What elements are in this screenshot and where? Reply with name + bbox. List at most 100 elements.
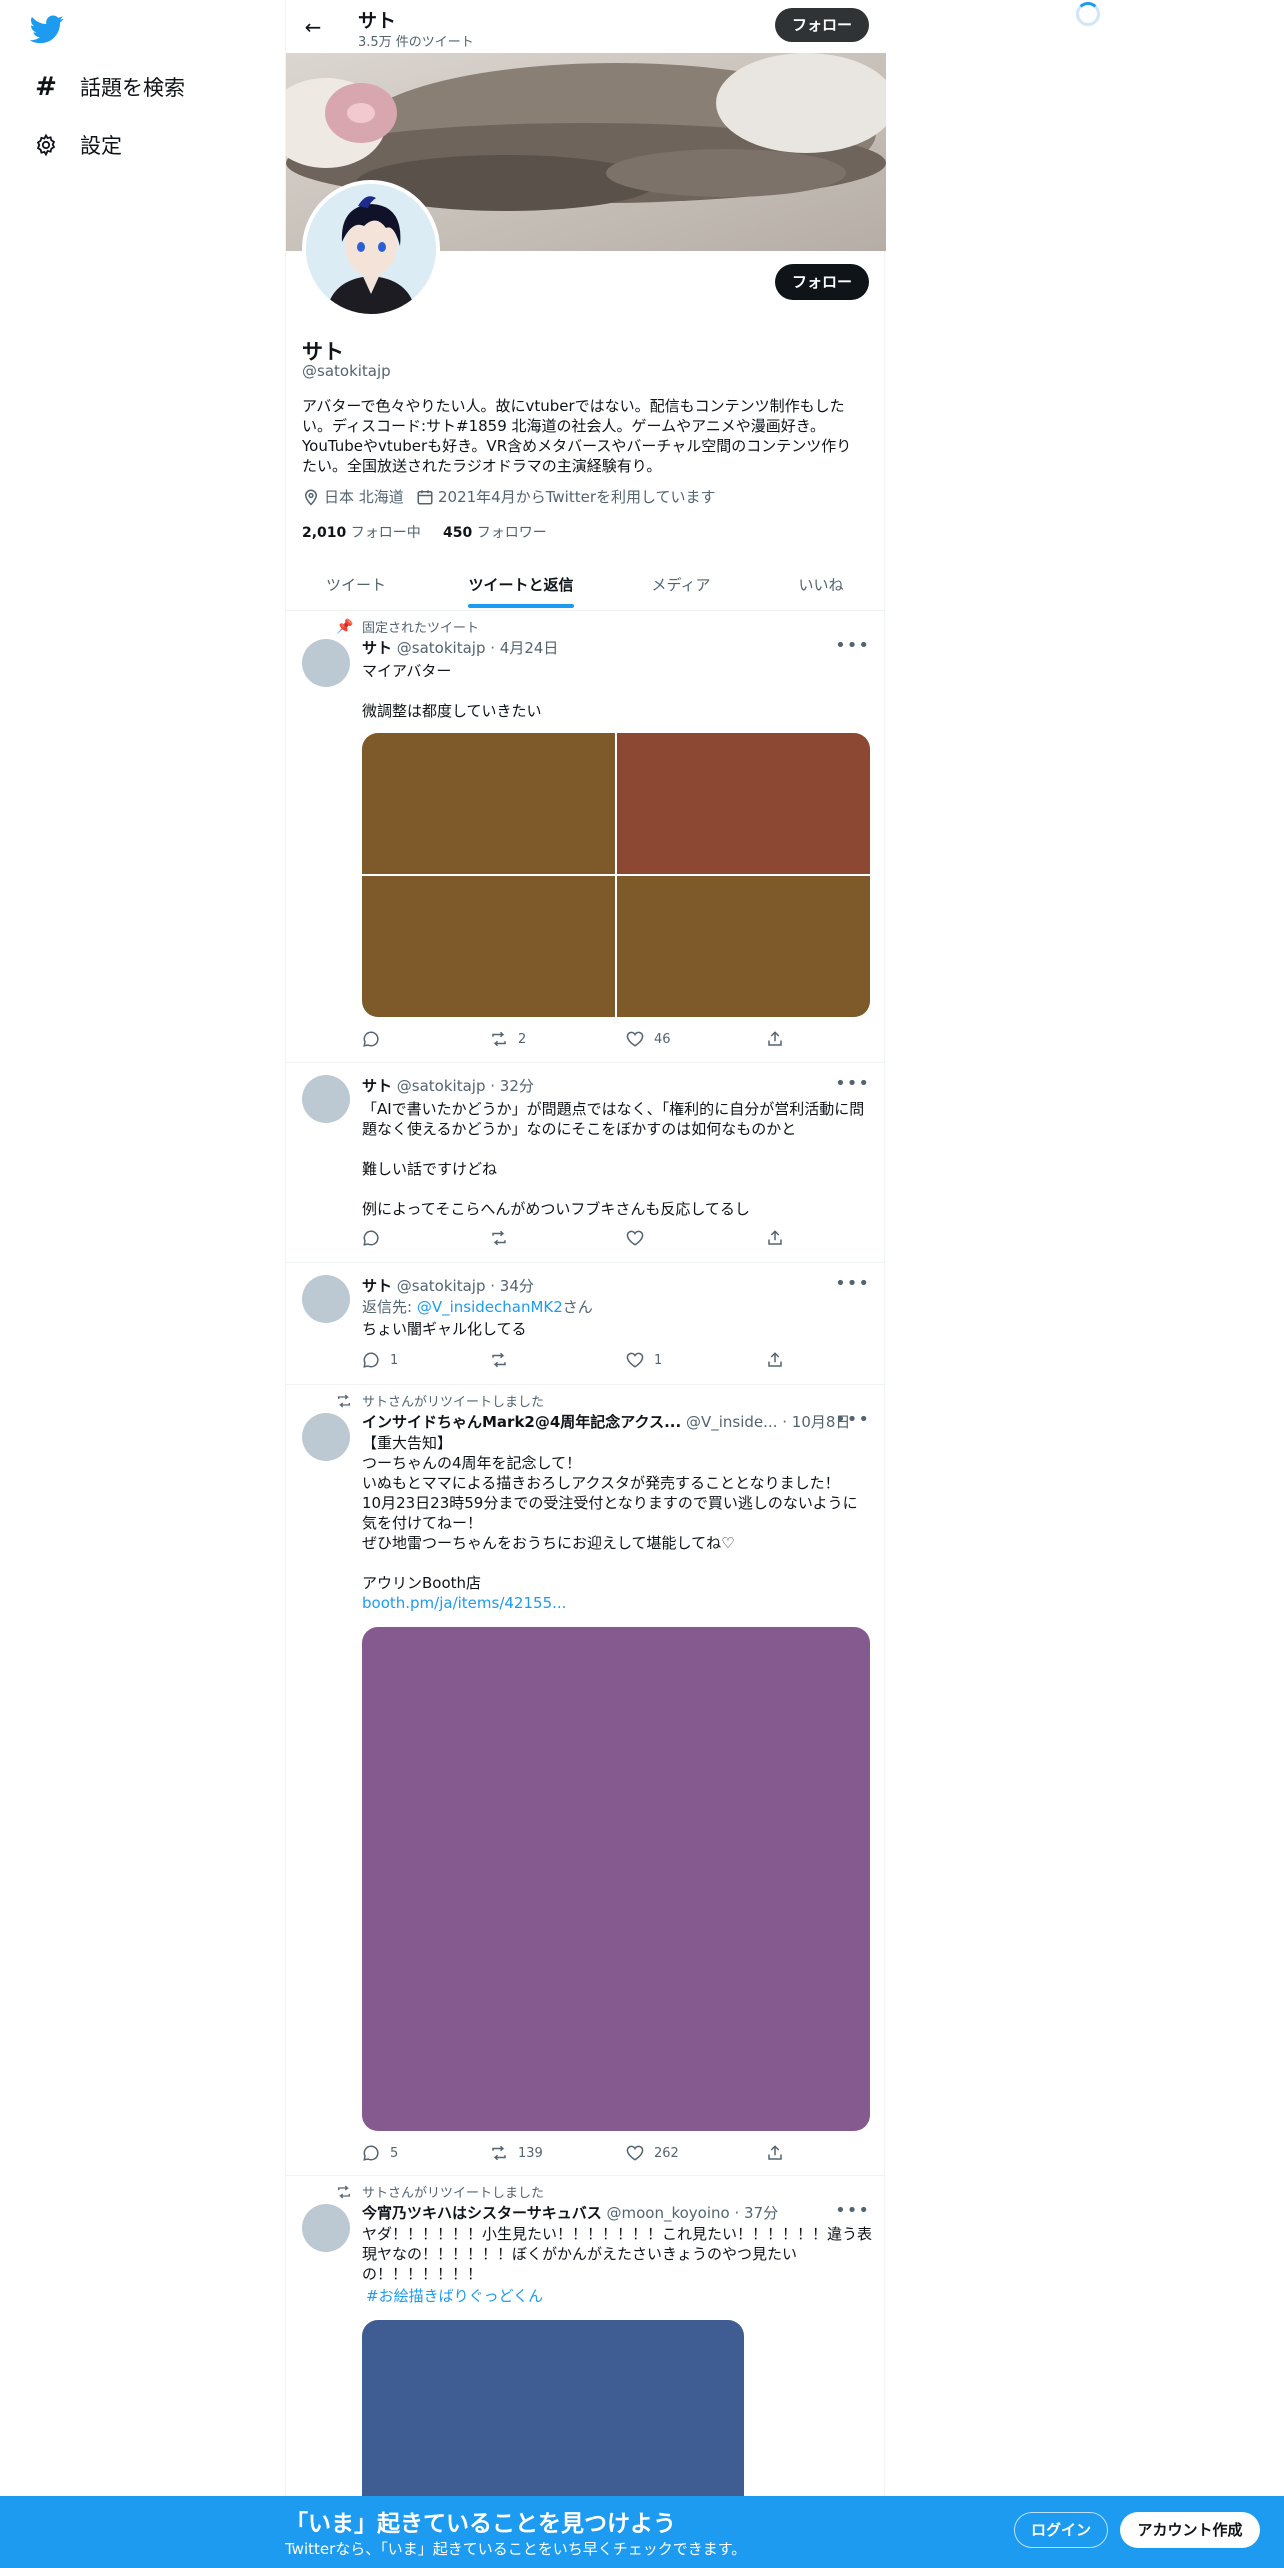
reply-button[interactable]: 1 xyxy=(362,1351,398,1369)
reply-context: 返信先: @V_insidechanMK2さん xyxy=(362,1297,872,1317)
retweet-button[interactable] xyxy=(490,1229,518,1247)
tweet-time[interactable]: · 34分 xyxy=(490,1277,534,1295)
heart-icon xyxy=(626,1031,644,1047)
reply-button[interactable] xyxy=(362,1229,390,1247)
tweet-time[interactable]: · 32分 xyxy=(490,1077,534,1095)
tweet-media-image[interactable] xyxy=(362,733,615,874)
retweet-button[interactable]: 2 xyxy=(490,1030,526,1048)
signup-prompt-bar: 「いま」起きていることを見つけよう Twitterなら、「いま」起きていることを… xyxy=(0,2496,1284,2568)
author-name[interactable]: サト xyxy=(362,1077,392,1095)
sidebar-item-label: 設定 xyxy=(80,134,122,158)
more-options-icon[interactable]: ••• xyxy=(835,2200,870,2221)
sidebar-item-explore[interactable]: # 話題を検索 xyxy=(34,72,185,102)
tweet-hashtag[interactable]: #お絵描きばりぐっどくん xyxy=(366,2286,876,2306)
hashtag-icon: # xyxy=(35,72,57,102)
author-handle[interactable]: @satokitajp xyxy=(397,1277,486,1295)
header-follow-button[interactable]: フォロー xyxy=(775,8,869,42)
login-button[interactable]: ログイン xyxy=(1014,2512,1108,2548)
author-handle[interactable]: @satokitajp xyxy=(397,1077,486,1095)
like-button[interactable]: 46 xyxy=(626,1030,671,1048)
reply-button[interactable] xyxy=(362,1030,390,1048)
tab-media[interactable]: メディア xyxy=(616,560,746,610)
like-count: 46 xyxy=(654,1031,671,1047)
tweet-media-image[interactable] xyxy=(617,876,870,1017)
author-handle[interactable]: @satokitajp xyxy=(397,639,486,657)
sidebar-item-settings[interactable]: 設定 xyxy=(34,130,122,160)
reply-to-mention[interactable]: @V_insidechanMK2 xyxy=(417,1298,563,1316)
back-arrow-icon[interactable]: ← xyxy=(300,14,326,40)
signup-button[interactable]: アカウント作成 xyxy=(1120,2512,1260,2548)
retweet-context-label: サトさんがリツイートしました xyxy=(362,2186,545,2201)
tweet-link[interactable]: booth.pm/ja/items/42155... xyxy=(362,1593,872,1613)
profile-location: 日本 北海道 xyxy=(302,486,404,507)
share-icon xyxy=(768,1352,782,1367)
retweet-count: 139 xyxy=(518,2145,543,2161)
signup-prompt-title: 「いま」起きていることを見つけよう xyxy=(285,2511,676,2537)
following-link[interactable]: 2,010 フォロー中 xyxy=(302,525,421,541)
author-handle[interactable]: @moon_koyoino xyxy=(606,2204,729,2222)
tweet-text: 「AIで書いたかどうか」が問題点ではなく、「権利的に自分が営利活動に問題なく使え… xyxy=(362,1100,865,1218)
like-button[interactable]: 262 xyxy=(626,2144,679,2162)
tweet-time[interactable]: · 4月24日 xyxy=(490,639,558,657)
tab-tweets-and-replies[interactable]: ツイートと返信 xyxy=(436,560,606,610)
more-options-icon[interactable]: ••• xyxy=(835,1409,870,1430)
followers-link[interactable]: 450 フォロワー xyxy=(443,525,547,541)
followers-count: 450 xyxy=(443,525,473,541)
tweet-media-image[interactable] xyxy=(362,876,615,1017)
avatar[interactable] xyxy=(302,639,350,687)
like-button[interactable] xyxy=(626,1229,654,1247)
tweet[interactable]: サトさんがリツイートしました インサイドちゃんMark2@4周年記念アクス...… xyxy=(286,1385,886,2176)
tweet[interactable]: サト @satokitajp · 32分 ••• 「AIで書いたかどうか」が問題… xyxy=(286,1063,886,1263)
share-button[interactable] xyxy=(766,2144,784,2162)
retweet-icon xyxy=(338,1394,350,1407)
avatar[interactable] xyxy=(302,1275,350,1323)
reply-button[interactable]: 5 xyxy=(362,2144,398,2162)
share-button[interactable] xyxy=(766,1351,784,1369)
more-options-icon[interactable]: ••• xyxy=(835,1273,870,1294)
pin-icon: 📌 xyxy=(336,618,354,635)
profile-bio: アバターで色々やりたい人。故にvtuberではない。配信もコンテンツ制作もしたい… xyxy=(302,397,852,475)
tweet-media-image[interactable] xyxy=(362,1627,870,2131)
retweet-context: サトさんがリツイートしました xyxy=(336,1391,544,1410)
tweet-actions: 5 139 262 xyxy=(362,2144,782,2164)
retweet-button[interactable] xyxy=(490,1351,518,1369)
share-button[interactable] xyxy=(766,1229,784,1247)
tweet-time[interactable]: · 37分 xyxy=(734,2204,778,2222)
avatar[interactable] xyxy=(302,1413,350,1461)
author-name[interactable]: サト xyxy=(362,1277,392,1295)
more-options-icon[interactable]: ••• xyxy=(835,1073,870,1094)
gear-icon xyxy=(36,133,56,157)
tweet-media-image[interactable] xyxy=(617,733,870,874)
author-name[interactable]: インサイドちゃんMark2@4周年記念アクス... xyxy=(362,1413,681,1431)
sidebar-item-label: 話題を検索 xyxy=(80,76,185,100)
heart-icon xyxy=(626,2145,644,2161)
avatar[interactable] xyxy=(302,2204,350,2252)
share-icon xyxy=(768,1230,782,1245)
retweet-icon xyxy=(492,1031,506,1047)
author-name[interactable]: 今宵乃ツキハはシスターサキュバス xyxy=(362,2204,602,2222)
reply-icon xyxy=(363,2145,379,2161)
like-button[interactable]: 1 xyxy=(626,1351,662,1369)
author-name[interactable]: サト xyxy=(362,639,392,657)
tweet-media-grid[interactable] xyxy=(362,733,870,1017)
follow-button[interactable]: フォロー xyxy=(775,264,869,300)
tweet[interactable]: サト @satokitajp · 34分 ••• 返信先: @V_insidec… xyxy=(286,1263,886,1385)
retweet-button[interactable]: 139 xyxy=(490,2144,543,2162)
share-button[interactable] xyxy=(766,1030,784,1048)
tweet-text: 【重大告知】 つーちゃんの4周年を記念して！ いぬもとママによる描きおろしアクス… xyxy=(362,1434,858,1592)
author-handle[interactable]: @V_inside... xyxy=(686,1413,777,1431)
tab-likes[interactable]: いいね xyxy=(756,560,886,610)
reply-icon xyxy=(363,1230,379,1246)
avatar[interactable] xyxy=(302,1075,350,1123)
signup-prompt-subtitle: Twitterなら、「いま」起きていることをいち早くチェックできます。 xyxy=(285,2540,747,2558)
reply-suffix: さん xyxy=(562,1298,593,1316)
loading-spinner-icon xyxy=(1076,2,1100,26)
tweet-text: マイアバター 微調整は都度していきたい xyxy=(362,662,542,720)
tweet[interactable]: 📌 固定されたツイート サト @satokitajp · 4月24日 ••• マ… xyxy=(286,611,886,1063)
more-options-icon[interactable]: ••• xyxy=(835,635,870,656)
tab-tweets[interactable]: ツイート xyxy=(286,560,426,610)
followers-label: フォロワー xyxy=(476,525,547,541)
profile-avatar[interactable] xyxy=(302,180,440,318)
tweet-actions: 1 1 xyxy=(362,1351,782,1371)
twitter-logo-icon[interactable] xyxy=(30,12,64,46)
